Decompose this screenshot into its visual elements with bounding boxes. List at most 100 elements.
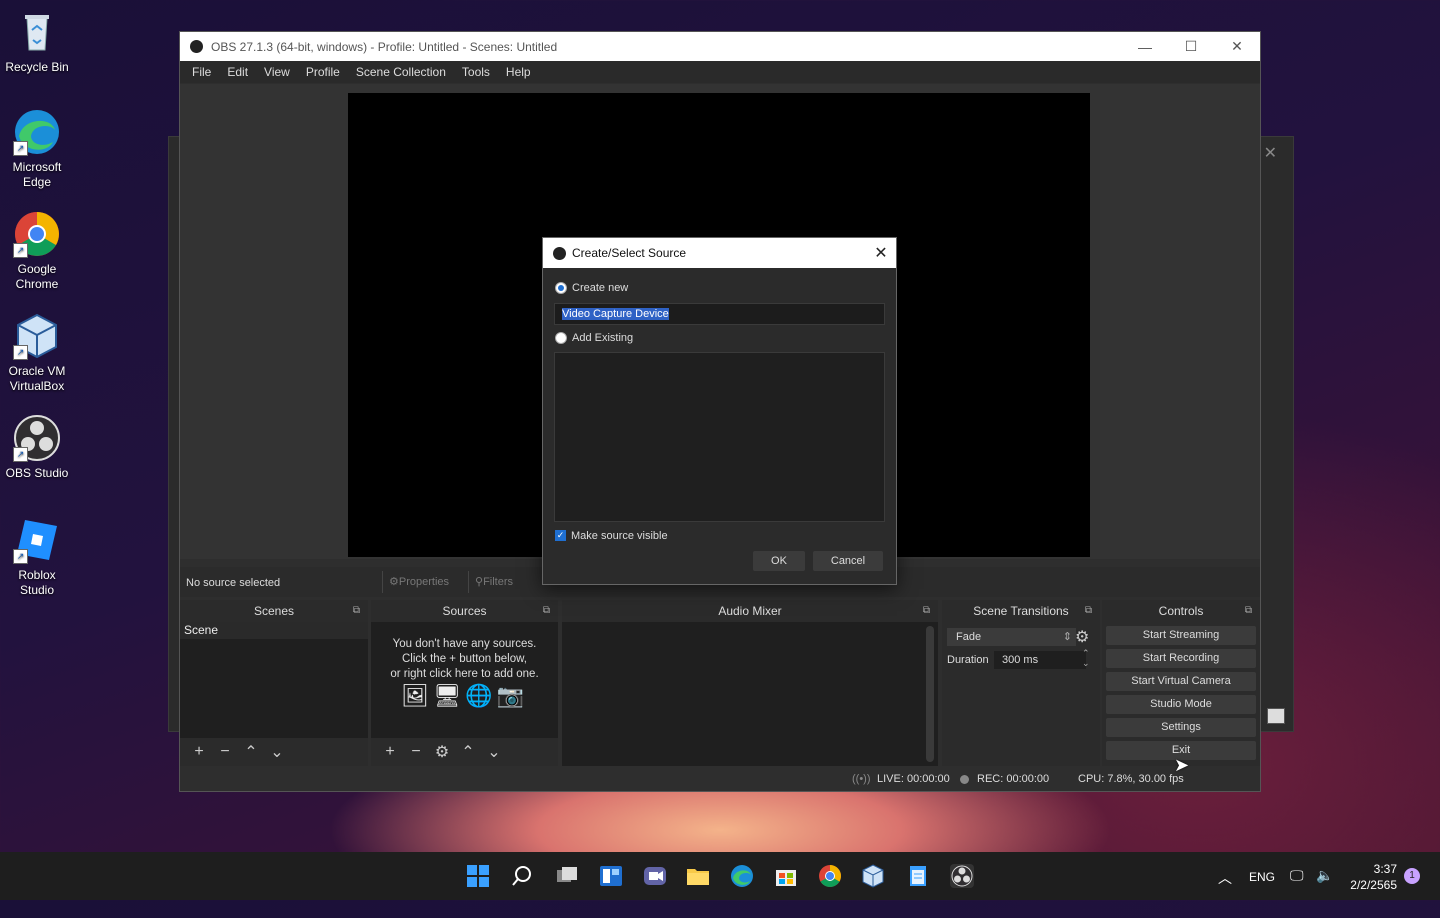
chrome-icon[interactable] xyxy=(818,864,842,888)
start-button[interactable] xyxy=(466,864,490,888)
gear-icon[interactable]: ⚙ xyxy=(1075,627,1089,647)
widgets-icon[interactable] xyxy=(599,864,623,888)
start-virtual-camera-button[interactable]: Start Virtual Camera xyxy=(1106,672,1256,691)
source-name-input[interactable]: Video Capture Device xyxy=(554,303,885,325)
desktop-icon-label: Microsoft Edge xyxy=(12,160,62,189)
scrollbar[interactable] xyxy=(926,626,934,762)
desktop-icon-roblox[interactable]: ↗ Roblox Studio xyxy=(2,516,72,598)
menu-file[interactable]: File xyxy=(184,65,219,79)
undock-icon[interactable]: ⧉ xyxy=(923,600,930,622)
transition-select[interactable]: Fade ⇕ xyxy=(947,628,1076,646)
controls-title-bar: Controls ⧉ xyxy=(1102,600,1260,622)
settings-button[interactable]: Settings xyxy=(1106,718,1256,737)
filters-button[interactable]: ⚲Filters xyxy=(468,571,520,593)
close-icon[interactable]: ✕ xyxy=(866,243,896,263)
chevron-up-icon[interactable]: ⌃ xyxy=(455,742,481,762)
start-streaming-button[interactable]: Start Streaming xyxy=(1106,626,1256,645)
scene-list-item[interactable]: Scene xyxy=(180,622,368,639)
ok-button[interactable]: OK xyxy=(753,551,805,571)
chevron-down-icon[interactable]: ⌄ xyxy=(264,742,290,762)
volume-icon[interactable]: 🔈 xyxy=(1316,867,1333,915)
undock-icon[interactable]: ⧉ xyxy=(1085,600,1092,622)
cancel-button[interactable]: Cancel xyxy=(813,551,883,571)
add-icon[interactable]: + xyxy=(186,743,212,761)
desktop-icon-virtualbox[interactable]: ↗ Oracle VM VirtualBox xyxy=(2,312,72,394)
existing-sources-list[interactable] xyxy=(554,352,885,522)
scenes-dock: Scenes ⧉ Scene + − ⌃ ⌄ xyxy=(180,600,368,766)
task-view-icon[interactable] xyxy=(555,864,579,888)
chrome-icon: ↗ xyxy=(13,210,61,258)
dock-toggle-icon[interactable] xyxy=(1267,708,1285,724)
scene-transitions-dock: Scene Transitions ⧉ Fade ⇕ ⚙ Duration 30… xyxy=(942,600,1100,766)
filter-icon: ⚲ xyxy=(475,576,484,588)
search-icon[interactable] xyxy=(510,864,534,888)
controls-dock: Controls ⧉ Start Streaming Start Recordi… xyxy=(1102,600,1260,766)
chevron-down-icon[interactable]: ⌄ xyxy=(481,742,507,762)
minimize-button[interactable]: — xyxy=(1122,39,1168,55)
audio-mixer-title: Audio Mixer xyxy=(718,604,782,618)
create-new-radio[interactable] xyxy=(555,282,567,294)
close-button[interactable]: ✕ xyxy=(1214,38,1260,55)
close-icon[interactable]: ✕ xyxy=(1264,143,1277,163)
create-select-source-dialog: Create/Select Source ✕ Create new Video … xyxy=(542,237,897,585)
roblox-studio-icon: ↗ xyxy=(13,516,61,564)
create-new-label: Create new xyxy=(572,282,629,294)
empty-text-line: or right click here to add one. xyxy=(390,668,539,680)
gear-icon[interactable]: ⚙ xyxy=(429,742,455,762)
dialog-title-bar: Create/Select Source ✕ xyxy=(543,238,896,268)
desktop-icon-label: Google Chrome xyxy=(15,262,59,291)
transition-value: Fade xyxy=(956,631,982,643)
notepad-icon[interactable] xyxy=(906,864,930,888)
audio-mixer-dock: Audio Mixer ⧉ xyxy=(562,600,938,766)
teams-chat-icon[interactable] xyxy=(643,864,667,888)
scenes-title: Scenes xyxy=(253,604,295,618)
make-visible-checkbox[interactable]: ✓ xyxy=(555,530,566,541)
desktop-icon-obs[interactable]: ↗ OBS Studio xyxy=(2,414,72,481)
start-recording-button[interactable]: Start Recording xyxy=(1106,649,1256,668)
properties-button[interactable]: ⚙Properties xyxy=(382,571,456,593)
desktop-icon-label: Recycle Bin xyxy=(5,60,69,74)
chevron-up-icon[interactable]: ︿ xyxy=(1218,868,1232,916)
file-explorer-icon[interactable] xyxy=(686,864,710,888)
network-icon[interactable]: 🖵 xyxy=(1290,867,1304,915)
desktop-icon-recycle-bin[interactable]: Recycle Bin xyxy=(2,8,72,75)
dialog-title: Create/Select Source xyxy=(572,246,687,260)
sources-title: Sources xyxy=(442,604,487,618)
obs-taskbar-icon[interactable] xyxy=(950,864,974,888)
language-indicator[interactable]: ENG xyxy=(1249,870,1275,918)
duration-stepper[interactable]: ⌃ ⌄ xyxy=(1082,648,1090,668)
edge-icon[interactable] xyxy=(730,864,754,888)
chevron-up-icon[interactable]: ⌃ xyxy=(238,742,264,762)
add-icon[interactable]: + xyxy=(377,743,403,761)
remove-icon[interactable]: − xyxy=(403,743,429,761)
menu-edit[interactable]: Edit xyxy=(219,65,256,79)
studio-mode-button[interactable]: Studio Mode xyxy=(1106,695,1256,714)
duration-input[interactable]: 300 ms xyxy=(994,651,1086,669)
maximize-button[interactable]: ☐ xyxy=(1168,38,1214,55)
notification-badge[interactable]: 1 xyxy=(1404,868,1420,884)
scenes-list: Scene xyxy=(180,622,368,738)
remove-icon[interactable]: − xyxy=(212,743,238,761)
live-icon: ((•)) xyxy=(852,773,871,785)
undock-icon[interactable]: ⧉ xyxy=(353,600,360,622)
menu-scene-collection[interactable]: Scene Collection xyxy=(348,65,454,79)
sources-list[interactable]: You don't have any sources. Click the + … xyxy=(371,622,558,738)
store-icon[interactable] xyxy=(774,864,798,888)
menu-view[interactable]: View xyxy=(256,65,298,79)
menu-help[interactable]: Help xyxy=(498,65,539,79)
duration-value: 300 ms xyxy=(1002,654,1039,666)
menu-tools[interactable]: Tools xyxy=(454,65,498,79)
desktop-icon-chrome[interactable]: ↗ Google Chrome xyxy=(2,210,72,292)
menu-profile[interactable]: Profile xyxy=(298,65,348,79)
globe-icon: 🌐 xyxy=(465,683,497,708)
virtualbox-icon[interactable] xyxy=(861,864,885,888)
desktop-icon-label: Roblox Studio xyxy=(18,568,56,597)
scene-transitions-title-bar: Scene Transitions ⧉ xyxy=(942,600,1100,622)
virtualbox-icon: ↗ xyxy=(13,312,61,360)
clock[interactable]: 3:37 2/2/2565 xyxy=(1347,861,1397,909)
undock-icon[interactable]: ⧉ xyxy=(543,600,550,622)
rec-status: REC: 00:00:00 xyxy=(977,773,1050,785)
desktop-icon-edge[interactable]: ↗ Microsoft Edge xyxy=(2,108,72,190)
undock-icon[interactable]: ⧉ xyxy=(1245,600,1252,622)
add-existing-radio[interactable] xyxy=(555,332,567,344)
